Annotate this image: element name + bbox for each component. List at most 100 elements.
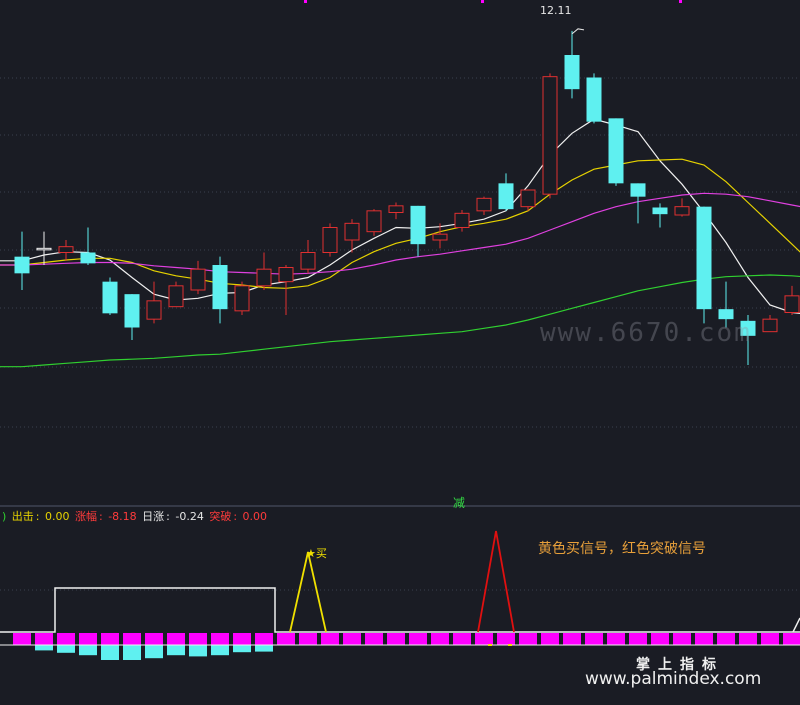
candle-body bbox=[674, 206, 690, 216]
indicator-base-block bbox=[79, 633, 97, 645]
legend-colon: : bbox=[233, 510, 241, 523]
indicator-base-block bbox=[35, 633, 53, 645]
indicator-cyan-bar bbox=[123, 644, 141, 660]
legend-colon: : bbox=[99, 510, 107, 523]
indicator-base-block bbox=[519, 633, 537, 645]
candle-body bbox=[520, 189, 536, 208]
candle-body bbox=[80, 252, 96, 264]
indicator-cyan-bar bbox=[145, 644, 163, 659]
buy-signal-label: ★买 bbox=[306, 547, 327, 560]
top-markers bbox=[304, 0, 682, 3]
indicator-base-block bbox=[255, 633, 273, 645]
legend-name-chuji: 出击 bbox=[11, 510, 34, 523]
indicator-white-line bbox=[0, 587, 800, 633]
watermark-mid: www.6670.com bbox=[540, 318, 752, 348]
indicator-base-block bbox=[211, 633, 229, 645]
breakout-signal-spike bbox=[477, 530, 515, 633]
indicator-base-block bbox=[233, 633, 251, 645]
indicator-white-line-end bbox=[792, 617, 800, 633]
candle-body bbox=[322, 227, 338, 253]
indicator-cyan-bar bbox=[167, 644, 185, 656]
watermark-url: www.palmindex.com bbox=[585, 669, 762, 689]
indicator-cyan-bar bbox=[79, 644, 97, 656]
legend-value-zhangfu: -8.18 bbox=[108, 510, 137, 523]
legend-value-rizhang: -0.24 bbox=[175, 510, 204, 523]
indicator-base-block bbox=[431, 633, 449, 645]
candle-body bbox=[344, 222, 360, 241]
legend-value-tupo: 0.00 bbox=[242, 510, 268, 523]
candle-body bbox=[410, 205, 426, 245]
indicator-base-block bbox=[321, 633, 339, 645]
indicator-base-block bbox=[387, 633, 405, 645]
candle-body bbox=[432, 233, 448, 241]
indicator-base-block bbox=[145, 633, 163, 645]
candle-body bbox=[58, 246, 74, 254]
indicator-base-block bbox=[629, 633, 647, 645]
high-pointer bbox=[571, 28, 585, 35]
indicator-base-block bbox=[123, 633, 141, 645]
candlestick-series bbox=[14, 28, 800, 365]
candle-body bbox=[542, 76, 558, 195]
candle-body bbox=[696, 206, 712, 310]
chart-canvas: ★买 bbox=[0, 0, 800, 660]
candle-body bbox=[212, 265, 228, 310]
top-marker bbox=[304, 0, 307, 3]
candle-body bbox=[454, 212, 470, 228]
minus-marker-label: 减 bbox=[453, 496, 466, 510]
candle-body bbox=[608, 118, 624, 184]
indicator-base-block bbox=[585, 633, 603, 645]
top-marker bbox=[679, 0, 682, 3]
indicator-base-block bbox=[277, 633, 295, 645]
legend-name-zhangfu: 涨幅 bbox=[75, 510, 97, 523]
candle-body bbox=[388, 205, 404, 213]
indicator-base-block bbox=[57, 633, 75, 645]
candle-body bbox=[190, 268, 206, 291]
indicator-base-block bbox=[673, 633, 691, 645]
legend-colon: : bbox=[35, 510, 43, 523]
indicator-base-block bbox=[409, 633, 427, 645]
legend-colon: : bbox=[166, 510, 174, 523]
candle-body bbox=[36, 247, 52, 251]
indicator-base-block bbox=[783, 633, 800, 645]
indicator-legend: ) 出击: 0.00 涨幅: -8.18 日涨: -0.24 突破: 0.00 bbox=[2, 510, 269, 524]
candle-body bbox=[586, 77, 602, 122]
ma-line-ma5 bbox=[0, 118, 800, 324]
indicator-base-block bbox=[695, 633, 713, 645]
indicator-base-block bbox=[101, 633, 119, 645]
candle-body bbox=[300, 252, 316, 270]
breakout-marker bbox=[488, 644, 492, 646]
legend-value-chuji: 0.00 bbox=[45, 510, 70, 523]
breakout-marker bbox=[508, 644, 512, 646]
candle-body bbox=[278, 267, 294, 283]
indicator-base-block bbox=[497, 633, 515, 645]
candle-body bbox=[234, 285, 250, 312]
candle-body bbox=[14, 256, 30, 274]
indicator-base-block bbox=[651, 633, 669, 645]
indicator-base-block bbox=[13, 633, 31, 645]
indicator-cyan-bar bbox=[101, 644, 119, 660]
candle-body bbox=[102, 281, 118, 314]
candle-body bbox=[498, 183, 514, 210]
indicator-base-block bbox=[717, 633, 735, 645]
candle-body bbox=[762, 318, 778, 333]
indicator-base-block bbox=[541, 633, 559, 645]
indicator-base-block bbox=[761, 633, 779, 645]
indicator-base-block bbox=[475, 633, 493, 645]
indicator-base-block bbox=[739, 633, 757, 645]
candle-body bbox=[652, 207, 668, 215]
high-price-label: 12.11 bbox=[540, 4, 572, 17]
indicator-base-block bbox=[607, 633, 625, 645]
candle-body bbox=[564, 55, 580, 90]
indicator-base-block bbox=[299, 633, 317, 645]
candle-body bbox=[168, 285, 184, 308]
indicator-base-block bbox=[167, 633, 185, 645]
candle-body bbox=[476, 197, 492, 212]
legend-name-rizhang: 日涨 bbox=[142, 510, 165, 523]
ma-line-ma10 bbox=[0, 158, 800, 289]
indicator-base-block bbox=[189, 633, 207, 645]
candle-body bbox=[784, 295, 800, 314]
indicator-base-block bbox=[343, 633, 361, 645]
candle-body bbox=[146, 300, 162, 320]
indicator-base-block bbox=[563, 633, 581, 645]
signal-note: 黄色买信号，红色突破信号 bbox=[538, 541, 706, 557]
